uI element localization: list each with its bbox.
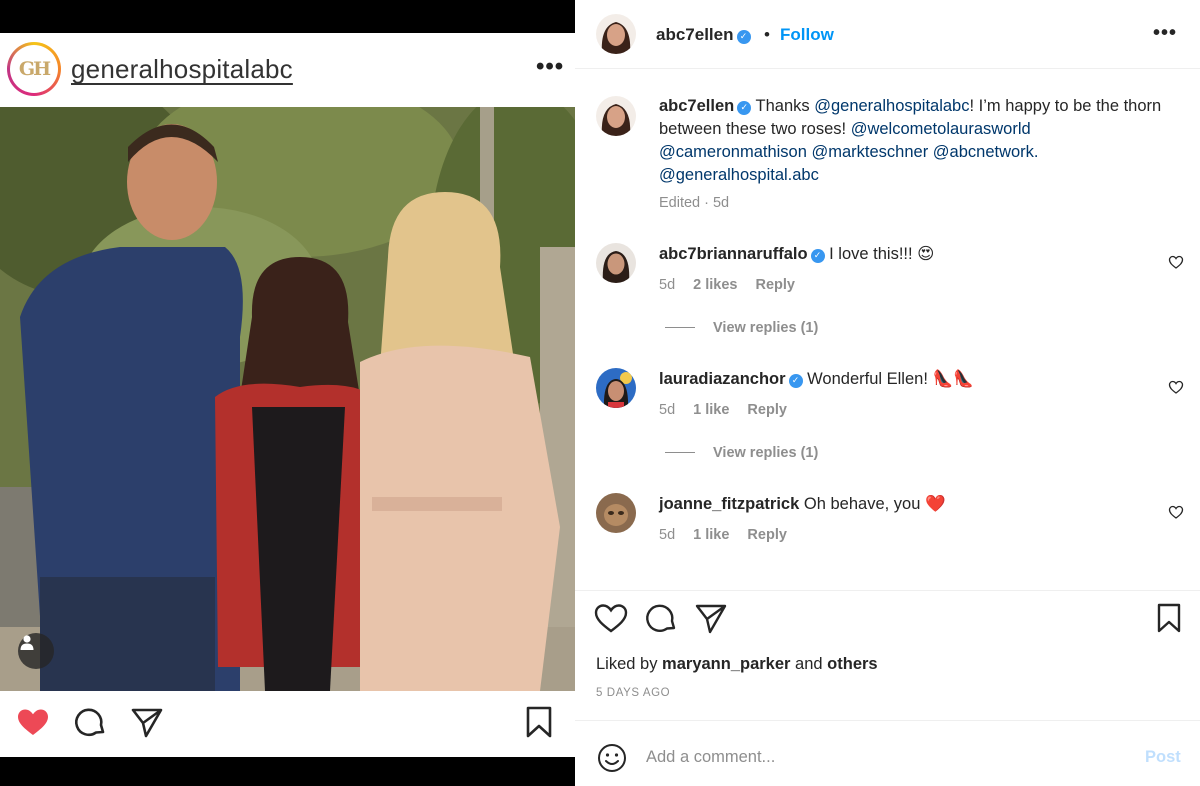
- embedded-post-actions: [0, 691, 575, 757]
- replies-dash: [665, 327, 695, 328]
- reply-button[interactable]: Reply: [747, 527, 787, 543]
- embedded-post-username[interactable]: generalhospitalabc: [71, 54, 293, 85]
- person-icon: [20, 635, 34, 650]
- reply-button[interactable]: Reply: [755, 277, 795, 293]
- comment-avatar-image: [596, 368, 636, 408]
- comment-username[interactable]: lauradiazanchor: [659, 370, 786, 388]
- liked-by: Liked by maryann_parker and others: [596, 655, 878, 674]
- comment-meta: 5d 1 like Reply: [659, 402, 805, 418]
- caption-meta: Edited · 5d: [659, 195, 747, 211]
- liked-by-middle: and: [790, 655, 828, 673]
- verified-badge-icon: ✓: [736, 29, 751, 44]
- comment-meta: 5d 2 likes Reply: [659, 277, 813, 293]
- gh-logo: GH: [10, 45, 58, 93]
- comment-username[interactable]: joanne_fitzpatrick: [659, 495, 799, 513]
- comment-like-heart-icon[interactable]: [1168, 504, 1184, 520]
- embedded-post: GH generalhospitalabc •••: [0, 33, 575, 757]
- post-more-button[interactable]: •••: [1153, 22, 1177, 45]
- comment-icon[interactable]: [643, 600, 679, 636]
- embedded-post-header: GH generalhospitalabc •••: [0, 33, 575, 107]
- comment-likes[interactable]: 1 like: [693, 402, 729, 418]
- author-avatar-image: [596, 14, 636, 54]
- comment: abc7briannaruffalo ✓ I love this!!! 😍: [659, 243, 934, 266]
- mention-link[interactable]: @abcnetwork.: [933, 143, 1039, 161]
- header-separator: •: [764, 25, 770, 44]
- embedded-post-frame: GH generalhospitalabc •••: [0, 0, 575, 786]
- view-replies-label[interactable]: View replies (1): [713, 445, 818, 461]
- reply-button[interactable]: Reply: [747, 402, 787, 418]
- add-comment-input[interactable]: Add a comment...: [646, 748, 775, 767]
- mention-link[interactable]: @markteschner: [812, 143, 929, 161]
- edited-label: Edited: [659, 195, 701, 211]
- caption-part: Thanks: [755, 97, 815, 115]
- share-icon[interactable]: [693, 600, 729, 636]
- comment: joanne_fitzpatrick Oh behave, you ❤️: [659, 493, 946, 516]
- comment-age: 5d: [659, 527, 676, 543]
- header-divider: [575, 68, 1200, 69]
- view-replies-button[interactable]: View replies (1): [665, 320, 818, 336]
- caption-text: abc7ellen ✓ Thanks @generalhospitalabc! I…: [659, 95, 1179, 187]
- replies-dash: [665, 452, 695, 453]
- user-tag-icon[interactable]: [18, 633, 54, 669]
- verified-badge-icon: ✓: [810, 248, 825, 263]
- mention-link[interactable]: @generalhospital.abc: [659, 166, 819, 184]
- comment-text: I love this!!! 😍: [829, 245, 935, 263]
- view-replies-label[interactable]: View replies (1): [713, 320, 818, 336]
- author-username-text[interactable]: abc7ellen: [656, 25, 734, 44]
- author-avatar[interactable]: [596, 14, 636, 54]
- liked-by-others[interactable]: others: [827, 655, 877, 673]
- share-icon[interactable]: [129, 704, 165, 740]
- bookmark-icon[interactable]: [521, 704, 557, 740]
- caption-age: 5d: [712, 195, 730, 211]
- actions-divider: [575, 590, 1200, 591]
- caption-avatar-image: [596, 96, 636, 136]
- post-photo[interactable]: [0, 107, 575, 691]
- heart-icon[interactable]: [593, 600, 629, 636]
- post-comment-button[interactable]: Post: [1145, 748, 1181, 767]
- mention-link[interactable]: @cameronmathison: [659, 143, 807, 161]
- verified-badge-icon: ✓: [737, 100, 752, 115]
- comment-text: Oh behave, you ❤️: [803, 495, 946, 513]
- caption-avatar[interactable]: [596, 96, 636, 136]
- mention-link[interactable]: @welcometolaurasworld: [851, 120, 1031, 138]
- comment-text: Wonderful Ellen! 👠👠: [807, 370, 974, 388]
- post-photo-illustration: [0, 107, 575, 691]
- comment-likes[interactable]: 2 likes: [693, 277, 737, 293]
- comment-avatar[interactable]: [596, 368, 636, 408]
- comment-avatar-image: [596, 493, 636, 533]
- view-replies-button[interactable]: View replies (1): [665, 445, 818, 461]
- post-timestamp[interactable]: 5 DAYS AGO: [596, 687, 670, 699]
- heart-icon[interactable]: [15, 704, 51, 740]
- comment-like-heart-icon[interactable]: [1168, 379, 1184, 395]
- comment-age: 5d: [659, 402, 676, 418]
- comment-avatar[interactable]: [596, 493, 636, 533]
- comment-likes[interactable]: 1 like: [693, 527, 729, 543]
- embedded-post-avatar[interactable]: GH: [7, 42, 61, 96]
- verified-badge-icon: ✓: [788, 373, 803, 388]
- comment: lauradiazanchor ✓ Wonderful Ellen! 👠👠: [659, 368, 974, 391]
- follow-button[interactable]: Follow: [780, 25, 834, 45]
- comment-icon[interactable]: [72, 704, 108, 740]
- meta-separator: ·: [704, 195, 709, 211]
- emoji-icon[interactable]: [596, 742, 628, 774]
- comment-avatar-image: [596, 243, 636, 283]
- bookmark-icon[interactable]: [1151, 600, 1187, 636]
- mention-link[interactable]: @generalhospitalabc: [814, 97, 969, 115]
- comment-avatar[interactable]: [596, 243, 636, 283]
- author-username[interactable]: abc7ellen ✓: [656, 25, 751, 45]
- comments-panel: abc7ellen ✓ • Follow ••• abc7ellen ✓ Thank…: [575, 0, 1200, 786]
- liked-by-user[interactable]: maryann_parker: [662, 655, 790, 673]
- comment-box-divider: [575, 720, 1200, 721]
- liked-by-prefix: Liked by: [596, 655, 663, 673]
- comment-like-heart-icon[interactable]: [1168, 254, 1184, 270]
- comment-age: 5d: [659, 277, 676, 293]
- comment-meta: 5d 1 like Reply: [659, 527, 805, 543]
- embedded-post-more-button[interactable]: •••: [536, 53, 564, 81]
- caption-username[interactable]: abc7ellen: [659, 97, 734, 115]
- comment-username[interactable]: abc7briannaruffalo: [659, 245, 808, 263]
